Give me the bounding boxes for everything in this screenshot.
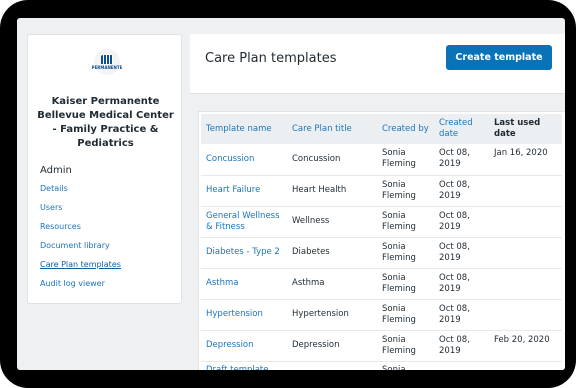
care-plan-title-cell: Hypertension	[287, 299, 377, 331]
created-by-cell: Sonia Fleming	[377, 175, 434, 207]
column-header-created-date[interactable]: Created date	[434, 114, 489, 144]
create-template-button[interactable]: Create template	[446, 45, 552, 70]
templates-table-card: Template name Care Plan title Created by…	[198, 111, 565, 370]
sidebar-item-details[interactable]: Details	[40, 184, 68, 193]
table-row: Heart Failure Heart Health Sonia Fleming…	[201, 175, 562, 207]
table-header-row: Template name Care Plan title Created by…	[201, 114, 562, 144]
page-title: Care Plan templates	[205, 51, 337, 66]
template-name-link[interactable]: Diabetes - Type 2	[201, 237, 287, 269]
care-plan-title-cell: Depression	[287, 330, 377, 362]
created-date-cell: Oct 08, 2019	[434, 299, 489, 331]
admin-heading: Admin	[40, 165, 72, 176]
last-used-date-cell	[489, 237, 562, 269]
template-name-link[interactable]: Heart Failure	[201, 175, 287, 207]
template-name-link[interactable]: Draft template	[201, 361, 287, 370]
care-plan-title-cell: Asthma	[287, 268, 377, 300]
created-date-cell: Oct 08, 2019	[434, 206, 489, 238]
last-used-date-cell	[489, 268, 562, 300]
created-by-cell: Sonia Fleming	[377, 144, 434, 176]
last-used-date-cell: Jan 16, 2020	[489, 144, 562, 176]
template-name-link[interactable]: Concussion	[201, 144, 287, 176]
table-row: Depression Depression Sonia Fleming Oct …	[201, 330, 562, 362]
last-used-date-cell	[489, 361, 562, 370]
organization-logo: PERMANENTE	[91, 49, 123, 75]
page-header: Care Plan templates Create template	[190, 34, 565, 94]
care-plan-title-cell: Wellness	[287, 206, 377, 238]
table-row: Diabetes - Type 2 Diabetes Sonia Fleming…	[201, 237, 562, 269]
last-used-date-cell	[489, 206, 562, 238]
created-by-cell: Sonia Fleming	[377, 330, 434, 362]
table-row: Draft template Sonia	[201, 361, 562, 370]
created-date-cell	[434, 361, 489, 370]
sidebar-item-resources[interactable]: Resources	[40, 222, 81, 231]
table-row: Concussion Concussion Sonia Fleming Oct …	[201, 144, 562, 176]
table-row: Hypertension Hypertension Sonia Fleming …	[201, 299, 562, 331]
template-name-link[interactable]: Hypertension	[201, 299, 287, 331]
sidebar-item-document-library[interactable]: Document library	[40, 241, 110, 250]
care-plan-title-cell: Heart Health	[287, 175, 377, 207]
organization-name: Kaiser Permanente Bellevue Medical Cente…	[37, 96, 174, 149]
logo-wordmark: PERMANENTE	[91, 64, 123, 70]
table-row: General Wellness & Fitness Wellness Soni…	[201, 206, 562, 238]
template-name-link[interactable]: General Wellness & Fitness	[201, 206, 287, 238]
created-date-cell: Oct 08, 2019	[434, 330, 489, 362]
care-plan-title-cell: Diabetes	[287, 237, 377, 269]
last-used-date-cell: Feb 20, 2020	[489, 330, 562, 362]
created-by-cell: Sonia Fleming	[377, 268, 434, 300]
created-date-cell: Oct 08, 2019	[434, 237, 489, 269]
device-bezel: PERMANENTE Kaiser Permanente Bellevue Me…	[0, 0, 576, 388]
table-row: Asthma Asthma Sonia Fleming Oct 08, 2019	[201, 268, 562, 300]
template-name-link[interactable]: Depression	[201, 330, 287, 362]
care-plan-title-cell: Concussion	[287, 144, 377, 176]
created-by-cell: Sonia Fleming	[377, 299, 434, 331]
column-header-last-used-date: Last used date	[489, 114, 562, 144]
sidebar: PERMANENTE Kaiser Permanente Bellevue Me…	[27, 34, 182, 304]
created-date-cell: Oct 08, 2019	[434, 175, 489, 207]
created-date-cell: Oct 08, 2019	[434, 268, 489, 300]
column-header-care-plan-title[interactable]: Care Plan title	[287, 114, 377, 144]
last-used-date-cell	[489, 299, 562, 331]
logo-mark-icon	[101, 54, 113, 64]
last-used-date-cell	[489, 175, 562, 207]
sidebar-item-audit-log-viewer[interactable]: Audit log viewer	[40, 279, 105, 288]
app-screen: PERMANENTE Kaiser Permanente Bellevue Me…	[17, 18, 565, 370]
sidebar-item-care-plan-templates[interactable]: Care Plan templates	[40, 260, 121, 269]
column-header-template-name[interactable]: Template name	[201, 114, 287, 144]
care-plan-title-cell	[287, 361, 377, 370]
template-name-link[interactable]: Asthma	[201, 268, 287, 300]
sidebar-item-users[interactable]: Users	[40, 203, 62, 212]
created-date-cell: Oct 08, 2019	[434, 144, 489, 176]
created-by-cell: Sonia Fleming	[377, 237, 434, 269]
column-header-created-by[interactable]: Created by	[377, 114, 434, 144]
templates-table: Template name Care Plan title Created by…	[201, 114, 562, 370]
created-by-cell: Sonia	[377, 361, 434, 370]
created-by-cell: Sonia Fleming	[377, 206, 434, 238]
